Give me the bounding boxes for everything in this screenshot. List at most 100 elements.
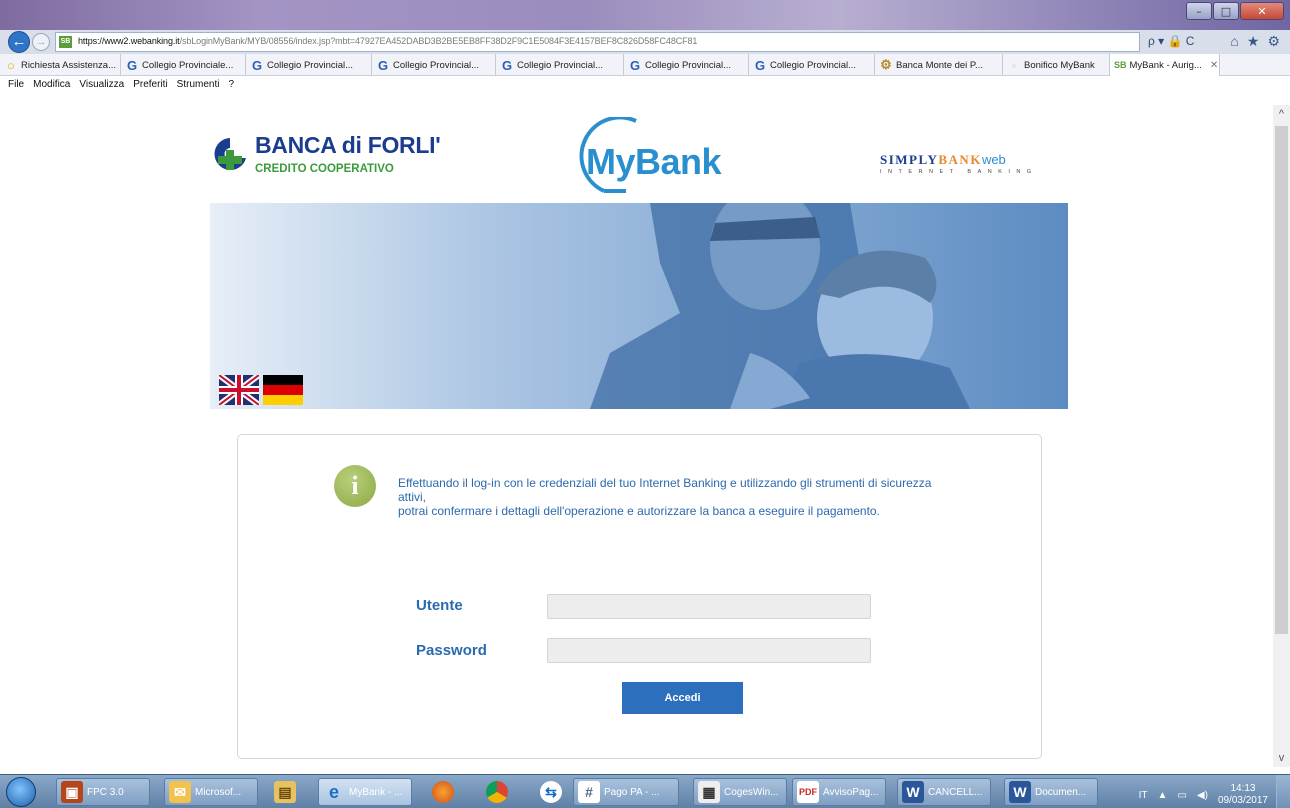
forward-button[interactable]: → (32, 33, 50, 51)
start-button[interactable] (6, 777, 36, 807)
simplybank-logo: SIMPLYBANKweb INTERNET BANKING (880, 152, 1038, 175)
menu-visualizza[interactable]: Visualizza (79, 76, 124, 94)
network-icon[interactable]: ▭ (1177, 790, 1186, 801)
taskbar-avviso-pdf[interactable]: PDF AvvisoPag... (792, 778, 886, 806)
taskbar-chrome[interactable] (482, 778, 516, 806)
info-message: Effettuando il log-in con le credenziali… (398, 476, 932, 518)
back-button[interactable]: ← (8, 31, 30, 53)
back-arrow-icon: ← (11, 33, 27, 50)
scroll-up-icon[interactable]: ^ (1273, 105, 1290, 123)
bank-tagline: CREDITO COOPERATIVO (255, 163, 394, 175)
site-favicon: SB (59, 36, 72, 48)
mybank-wordmark: MyBank (586, 141, 722, 182)
forward-arrow-icon: → (35, 36, 47, 48)
info-icon: i (334, 465, 376, 507)
tab-collegio-5[interactable]: G Collegio Provincial... (624, 54, 749, 76)
show-desktop-button[interactable] (1276, 775, 1290, 808)
star-icon[interactable]: ★ (1247, 33, 1260, 50)
login-button[interactable]: Accedi (622, 682, 743, 714)
tab-richiesta-assistenza[interactable]: ○ Richiesta Assistenza... (0, 54, 121, 76)
circle-icon: ○ (7, 57, 15, 73)
windows-taskbar: ▣ FPC 3.0 ✉ Microsof... ▤ e MyBank - ... ⇆ … (0, 774, 1290, 808)
tab-collegio-6[interactable]: G Collegio Provincial... (749, 54, 875, 76)
tab-bar: ○ Richiesta Assistenza... G Collegio Provi… (0, 54, 1290, 76)
banca-forli-logo: BANCA di FORLI' CREDITO COOPERATIVO (213, 132, 441, 182)
chrome-icon (486, 781, 508, 803)
sb-icon: SB (1114, 60, 1127, 70)
tab-banca-monte[interactable]: ⚙ Banca Monte dei P... (875, 54, 1003, 76)
tab-collegio-3[interactable]: G Collegio Provincial... (372, 54, 496, 76)
gift-icon: ▣ (61, 781, 83, 803)
outlook-icon: ✉ (169, 781, 191, 803)
menu-modifica[interactable]: Modifica (33, 76, 70, 94)
address-bar[interactable]: SB https://www2.webanking.it/sbLoginMyBa… (55, 32, 1140, 52)
tab-close-icon[interactable]: ✕ (1210, 60, 1218, 71)
taskbar-cancell-doc[interactable]: W CANCELL... (897, 778, 991, 806)
maximize-button[interactable]: □ (1213, 2, 1239, 20)
menu-strumenti[interactable]: Strumenti (177, 76, 220, 94)
tab-bonifico-mybank[interactable]: ◦ Bonifico MyBank (1003, 54, 1110, 76)
browser-icons: ⌂ ★ ⚙ (1230, 33, 1280, 50)
g-icon: G (126, 57, 138, 73)
password-input[interactable] (547, 638, 871, 663)
password-label: Password (416, 642, 487, 659)
menu-preferiti[interactable]: Preferiti (133, 76, 167, 94)
german-flag-icon[interactable] (263, 375, 303, 405)
taskbar-outlook[interactable]: ✉ Microsof... (164, 778, 258, 806)
pdf-icon: PDF (797, 781, 819, 803)
page-scrollbar[interactable]: ^ v (1273, 105, 1290, 767)
internet-explorer-icon: e (328, 781, 339, 802)
tab-collegio-2[interactable]: G Collegio Provincial... (246, 54, 372, 76)
scroll-thumb[interactable] (1275, 126, 1288, 634)
taskbar-mybank[interactable]: e MyBank - ... (318, 778, 412, 806)
g-icon: G (501, 57, 513, 73)
bank-emblem-icon (214, 138, 246, 170)
bank-name: BANCA di FORLI' (255, 132, 441, 158)
minimize-button[interactable]: – (1186, 2, 1212, 20)
teamviewer-icon: ⇆ (540, 781, 562, 803)
hero-banner-image (210, 203, 1068, 409)
father-child-photo (210, 203, 1068, 409)
taskbar-cogeswin[interactable]: ▦ CogesWin... (693, 778, 787, 806)
taskbar-explorer[interactable]: ▤ (270, 778, 308, 806)
gear-icon[interactable]: ⚙ (1267, 33, 1280, 50)
tab-collegio-1[interactable]: G Collegio Provinciale... (121, 54, 246, 76)
mybank-logo: MyBank (566, 117, 726, 197)
g-icon: G (629, 57, 641, 73)
gear-icon: ⚙ (880, 57, 892, 72)
firefox-icon (432, 781, 454, 803)
uk-flag-icon[interactable] (219, 375, 259, 405)
g-icon: G (251, 57, 263, 73)
url-text[interactable]: https://www2.webanking.it/sbLoginMyBank/… (78, 36, 697, 46)
window-titlebar: – □ ✕ (0, 0, 1290, 30)
username-label: Utente (416, 597, 463, 614)
window-controls: – □ ✕ (1186, 2, 1284, 20)
taskbar-pagopa[interactable]: # Pago PA - ... (573, 778, 679, 806)
username-input[interactable] (547, 594, 871, 619)
home-icon[interactable]: ⌂ (1230, 33, 1238, 50)
tab-mybank-active[interactable]: SB MyBank - Aurig... ✕ (1110, 54, 1220, 76)
tab-collegio-4[interactable]: G Collegio Provincial... (496, 54, 624, 76)
taskbar-firefox[interactable] (428, 778, 462, 806)
menu-help[interactable]: ? (228, 76, 234, 94)
address-bar-row: ← → SB https://www2.webanking.it/sbLogin… (0, 30, 1290, 54)
menu-bar: File Modifica Visualizza Preferiti Strum… (0, 76, 1290, 94)
taskbar-documento[interactable]: W Documen... (1004, 778, 1098, 806)
language-flags (219, 375, 303, 405)
word-icon: W (1009, 781, 1031, 803)
app-icon: ▦ (698, 781, 720, 803)
close-window-button[interactable]: ✕ (1240, 2, 1284, 20)
volume-icon[interactable]: ◀) (1197, 790, 1208, 801)
language-indicator[interactable]: IT (1139, 790, 1148, 801)
taskbar-teamviewer[interactable]: ⇆ (536, 778, 570, 806)
system-tray: IT ▲ ▭ ◀) 14:13 09/03/2017 (1139, 783, 1268, 807)
g-icon: G (377, 57, 389, 73)
clock[interactable]: 14:13 09/03/2017 (1218, 783, 1268, 807)
scroll-down-icon[interactable]: v (1273, 749, 1290, 767)
taskbar-fpc[interactable]: ▣ FPC 3.0 (56, 778, 150, 806)
address-tools[interactable]: ρ ▾ 🔒 C (1148, 34, 1194, 48)
tray-arrow-icon[interactable]: ▲ (1158, 790, 1168, 801)
hashtag-icon: # (578, 781, 600, 803)
file-explorer-icon: ▤ (274, 781, 296, 803)
menu-file[interactable]: File (8, 76, 24, 94)
